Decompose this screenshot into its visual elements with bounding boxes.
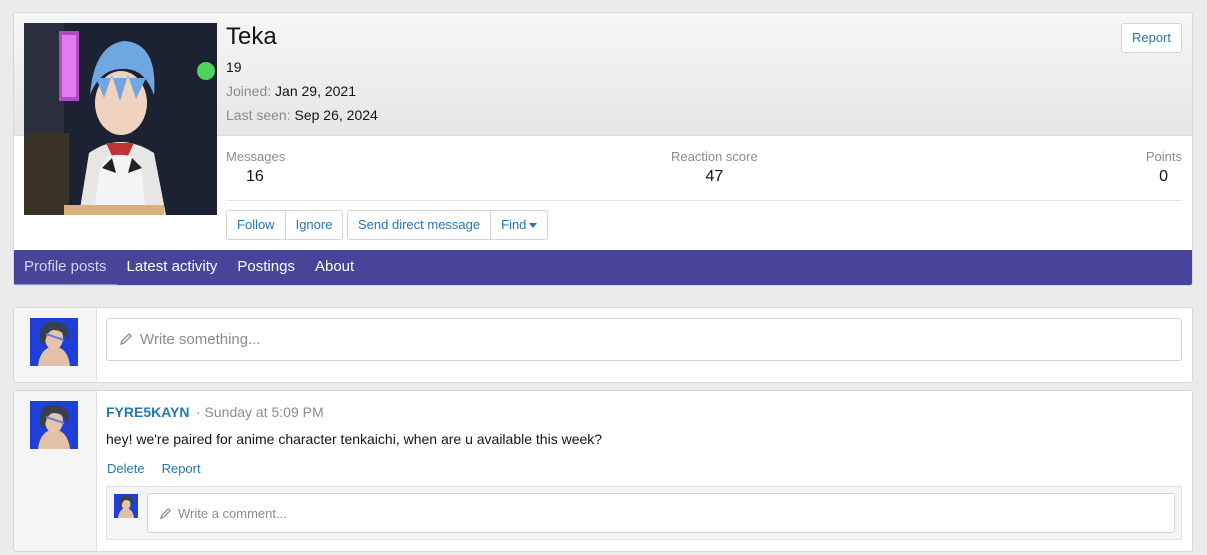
post-author-avatar[interactable] xyxy=(30,401,78,449)
post-timestamp[interactable]: · Sunday at 5:09 PM xyxy=(196,404,324,420)
stat-reaction-score[interactable]: Reaction score 47 xyxy=(671,149,758,186)
post-avatar-column xyxy=(14,391,97,551)
post-message: hey! we're paired for anime character te… xyxy=(106,431,603,447)
joined-label: Joined: xyxy=(226,83,272,99)
write-something-input[interactable]: Write something... xyxy=(106,318,1182,361)
last-seen-value[interactable]: Sep 26, 2024 xyxy=(295,107,378,123)
stat-points-value[interactable]: 0 xyxy=(1146,168,1182,186)
profile-card: Teka 19 Joined: Jan 29, 2021 Last seen: … xyxy=(13,12,1193,286)
comment-area: Write a comment... xyxy=(106,486,1182,540)
tab-about[interactable]: About xyxy=(305,250,364,285)
last-seen-info: Last seen: Sep 26, 2024 xyxy=(226,107,378,123)
tab-profile-posts[interactable]: Profile posts xyxy=(14,250,117,285)
write-something-placeholder: Write something... xyxy=(140,331,261,348)
current-user-avatar[interactable] xyxy=(30,318,78,366)
stat-messages-label: Messages xyxy=(226,149,286,164)
find-menu-button[interactable]: Find xyxy=(491,211,547,239)
profile-username: Teka xyxy=(226,23,277,50)
compose-post-block: Write something... xyxy=(13,307,1193,383)
write-comment-input[interactable]: Write a comment... xyxy=(147,493,1175,533)
stat-points[interactable]: Points 0 xyxy=(1146,149,1182,186)
profile-tabs: Profile posts Latest activity Postings A… xyxy=(14,250,1192,285)
joined-info: Joined: Jan 29, 2021 xyxy=(226,83,356,99)
compose-avatar-column xyxy=(14,308,97,382)
stat-messages[interactable]: Messages 16 xyxy=(226,149,285,186)
last-seen-label: Last seen: xyxy=(226,107,291,123)
write-comment-placeholder: Write a comment... xyxy=(178,506,287,521)
comment-user-avatar[interactable] xyxy=(114,494,138,518)
pencil-icon xyxy=(159,508,171,520)
joined-value: Jan 29, 2021 xyxy=(275,83,357,99)
post-actions: Delete Report xyxy=(107,461,201,476)
stat-reaction-value[interactable]: 47 xyxy=(671,168,758,186)
profile-avatar[interactable] xyxy=(24,23,217,215)
post-author-link[interactable]: FYRE5KAYN xyxy=(106,404,190,420)
follow-button[interactable]: Follow xyxy=(227,211,286,239)
send-direct-message-button[interactable]: Send direct message xyxy=(348,211,492,239)
tab-postings[interactable]: Postings xyxy=(227,250,305,285)
delete-post-link[interactable]: Delete xyxy=(107,461,145,476)
caret-down-icon xyxy=(529,223,538,229)
user-title: 19 xyxy=(226,59,242,75)
profile-stats: Messages 16 Reaction score 47 Points 0 xyxy=(226,149,1182,201)
stat-points-label: Points xyxy=(1145,149,1182,164)
pencil-icon xyxy=(119,333,132,346)
report-profile-button[interactable]: Report xyxy=(1120,23,1182,53)
ignore-button[interactable]: Ignore xyxy=(286,211,343,239)
message-find-group: Send direct message Find xyxy=(347,210,549,240)
report-post-link[interactable]: Report xyxy=(162,461,201,476)
stat-reaction-label: Reaction score xyxy=(671,149,758,164)
tab-latest-activity[interactable]: Latest activity xyxy=(117,250,228,285)
follow-ignore-group: Follow Ignore xyxy=(226,210,344,240)
stat-messages-value[interactable]: 16 xyxy=(226,168,285,186)
profile-post: FYRE5KAYN · Sunday at 5:09 PM hey! we're… xyxy=(13,390,1193,552)
find-label: Find xyxy=(501,217,527,232)
